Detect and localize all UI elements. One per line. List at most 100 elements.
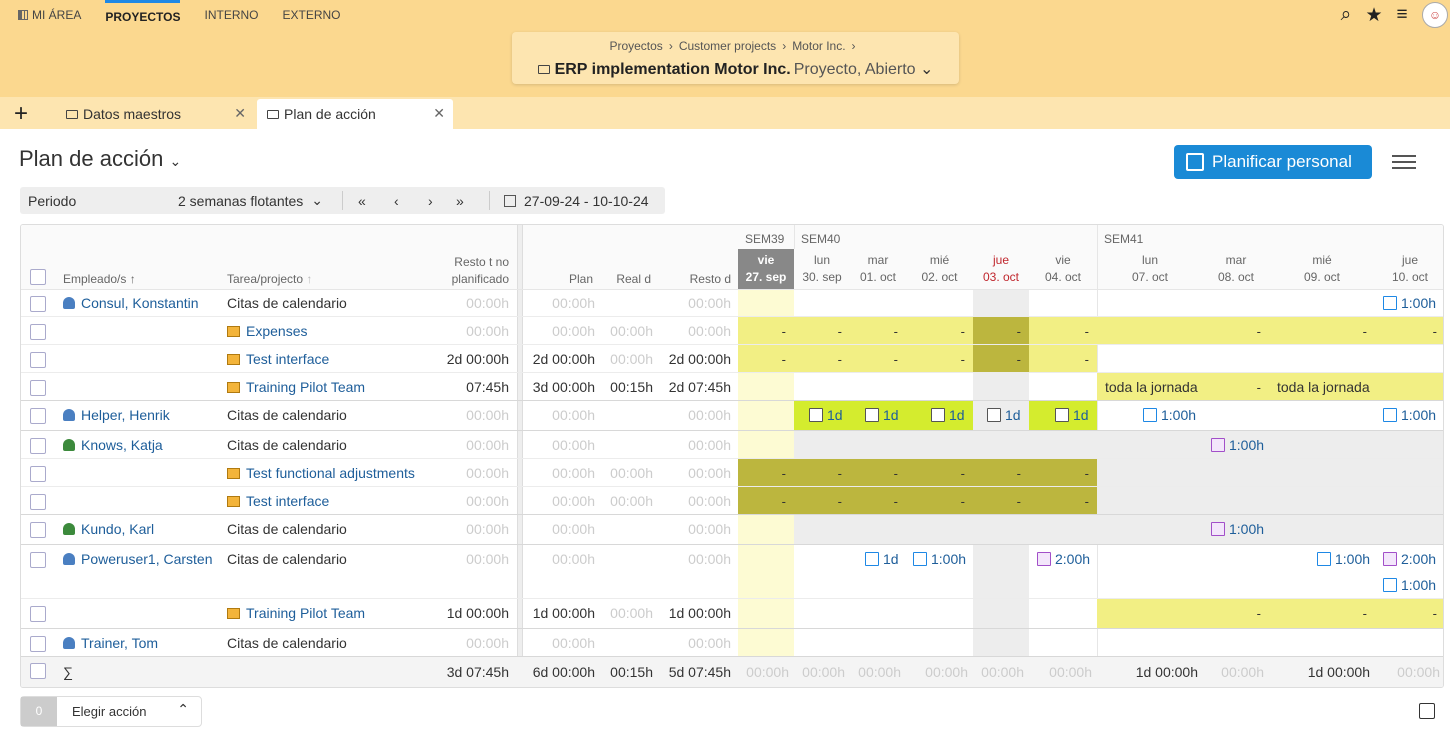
cell-dash[interactable]: - xyxy=(850,352,898,367)
row-checkbox[interactable] xyxy=(30,636,46,652)
cell-dash[interactable]: - xyxy=(738,352,786,367)
cell-dash[interactable]: - xyxy=(850,324,898,339)
nav-projects[interactable]: PROYECTOS xyxy=(105,0,181,30)
full-day-label[interactable]: toda la jornada xyxy=(1105,379,1198,395)
close-icon[interactable]: ✕ xyxy=(433,105,445,122)
task-link[interactable]: Training Pilot Team xyxy=(227,379,365,395)
cell-dash[interactable]: - xyxy=(1203,324,1261,339)
row-checkbox[interactable] xyxy=(30,606,46,622)
breadcrumb-motor-inc[interactable]: Motor Inc. xyxy=(792,39,845,53)
cell-dash[interactable]: - xyxy=(738,466,786,481)
calendar-event[interactable]: 1d xyxy=(865,551,899,567)
last-page-icon[interactable]: » xyxy=(456,187,464,214)
cell-dash[interactable]: - xyxy=(973,324,1021,339)
prev-page-icon[interactable]: ‹ xyxy=(394,187,399,214)
cell-dash[interactable]: - xyxy=(1029,324,1089,339)
cell-dash[interactable]: - xyxy=(973,466,1021,481)
calendar-event[interactable]: 2:00h xyxy=(1037,551,1090,567)
cell-dash[interactable]: - xyxy=(1269,324,1367,339)
breadcrumb-projects[interactable]: Proyectos xyxy=(609,39,662,53)
export-icon[interactable] xyxy=(1419,703,1435,719)
page-title[interactable]: Plan de acción ⌄ xyxy=(19,146,181,172)
employee-link[interactable]: Trainer, Tom xyxy=(63,635,158,651)
calendar-event[interactable]: 1:00h xyxy=(1143,407,1196,423)
cell-dash[interactable]: - xyxy=(1029,352,1089,367)
bulk-action-bar[interactable]: 0 Elegir acción ⌃ xyxy=(20,696,202,727)
cell-dash[interactable]: - xyxy=(906,352,965,367)
employee-link[interactable]: Consul, Konstantin xyxy=(63,295,199,311)
avatar[interactable]: ☺ xyxy=(1422,2,1448,28)
nav-my-area[interactable]: MI ÁREA xyxy=(18,0,81,30)
cell-dash[interactable]: - xyxy=(850,494,898,509)
select-all-checkbox[interactable] xyxy=(30,269,46,285)
cell-dash[interactable]: - xyxy=(850,466,898,481)
cell-dash[interactable]: - xyxy=(1203,380,1261,395)
row-checkbox[interactable] xyxy=(30,552,46,568)
cell-dash[interactable]: - xyxy=(906,466,965,481)
row-checkbox[interactable] xyxy=(30,296,46,312)
cell-dash[interactable]: - xyxy=(906,494,965,509)
cell-dash[interactable]: - xyxy=(794,352,842,367)
row-checkbox[interactable] xyxy=(30,408,46,424)
add-tab-button[interactable]: + xyxy=(14,100,28,128)
row-checkbox[interactable] xyxy=(30,352,46,368)
cell-dash[interactable]: - xyxy=(1203,606,1261,621)
project-title[interactable]: ERP implementation Motor Inc. Proyecto, A… xyxy=(512,59,959,79)
cell-dash[interactable]: - xyxy=(794,494,842,509)
task-link[interactable]: Expenses xyxy=(227,323,307,339)
cell-dash[interactable]: - xyxy=(738,324,786,339)
row-checkbox[interactable] xyxy=(30,324,46,340)
calendar-event[interactable]: 2:00h xyxy=(1383,551,1436,567)
nav-internal[interactable]: INTERNO xyxy=(204,0,258,30)
menu-icon[interactable]: ≡ xyxy=(1388,4,1416,26)
tab-action-plan[interactable]: Plan de acción ✕ xyxy=(257,99,453,129)
first-page-icon[interactable]: « xyxy=(358,187,366,214)
calendar-event[interactable]: 1:00h xyxy=(1211,521,1264,537)
employee-link[interactable]: Poweruser1, Carsten xyxy=(63,551,213,567)
calendar-event[interactable]: 1:00h xyxy=(913,551,966,567)
task-link[interactable]: Test functional adjustments xyxy=(227,465,415,481)
cell-dash[interactable]: - xyxy=(1029,494,1089,509)
action-select[interactable]: Elegir acción xyxy=(72,704,146,719)
calendar-event[interactable]: 1:00h xyxy=(1383,295,1436,311)
date-range[interactable]: 27-09-24 - 10-10-24 xyxy=(504,187,649,214)
close-icon[interactable]: ✕ xyxy=(234,105,246,122)
search-icon[interactable]: ⌕ xyxy=(1332,4,1360,26)
cell-dash[interactable]: - xyxy=(973,352,1021,367)
col-task[interactable]: Tarea/projecto ↑ xyxy=(227,272,312,286)
settings-sliders-icon[interactable] xyxy=(1392,151,1416,173)
row-checkbox[interactable] xyxy=(30,466,46,482)
calendar-event[interactable]: 1:00h xyxy=(1383,577,1436,593)
calendar-event[interactable]: 1:00h xyxy=(1383,407,1436,423)
row-checkbox[interactable] xyxy=(30,522,46,538)
cell-dash[interactable]: - xyxy=(906,324,965,339)
calendar-event[interactable]: 1d xyxy=(1055,407,1089,423)
calendar-event[interactable]: 1:00h xyxy=(1211,437,1264,453)
cell-dash[interactable]: - xyxy=(1269,606,1367,621)
nav-external[interactable]: EXTERNO xyxy=(282,0,340,30)
employee-link[interactable]: Helper, Henrik xyxy=(63,407,170,423)
calendar-event[interactable]: 1:00h xyxy=(1317,551,1370,567)
calendar-event[interactable]: 1d xyxy=(865,407,899,423)
cell-dash[interactable]: - xyxy=(1375,606,1437,621)
task-link[interactable]: Test interface xyxy=(227,493,329,509)
next-page-icon[interactable]: › xyxy=(428,187,433,214)
star-icon[interactable]: ★ xyxy=(1360,4,1388,27)
cell-dash[interactable]: - xyxy=(794,466,842,481)
row-checkbox[interactable] xyxy=(30,494,46,510)
row-checkbox[interactable] xyxy=(30,438,46,454)
cell-dash[interactable]: - xyxy=(738,494,786,509)
sum-checkbox[interactable] xyxy=(30,663,46,679)
plan-staff-button[interactable]: Planificar personal xyxy=(1174,145,1372,179)
cell-dash[interactable]: - xyxy=(794,324,842,339)
tab-master-data[interactable]: Datos maestros ✕ xyxy=(56,99,254,129)
cell-dash[interactable]: - xyxy=(1029,466,1089,481)
task-link[interactable]: Test interface xyxy=(227,351,329,367)
breadcrumb-customer-projects[interactable]: Customer projects xyxy=(679,39,776,53)
full-day-label[interactable]: toda la jornada xyxy=(1277,379,1370,395)
employee-link[interactable]: Knows, Katja xyxy=(63,437,163,453)
cell-dash[interactable]: - xyxy=(973,494,1021,509)
task-link[interactable]: Training Pilot Team xyxy=(227,605,365,621)
col-employee[interactable]: Empleado/s ↑ xyxy=(63,272,136,286)
period-select[interactable]: 2 semanas flotantes ⌄ xyxy=(178,187,323,214)
